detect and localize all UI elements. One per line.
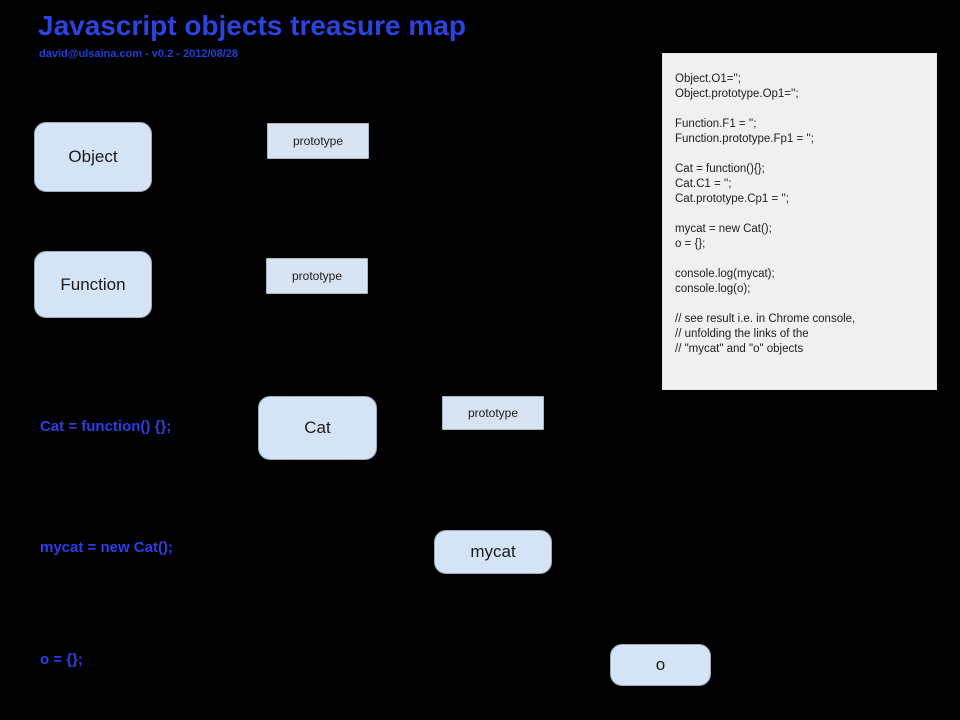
node-label: prototype: [291, 269, 343, 283]
node-cat[interactable]: Cat: [258, 396, 377, 460]
node-label: Cat: [304, 418, 331, 437]
node-label: prototype: [467, 406, 519, 420]
code-line: Cat = function(){};: [675, 163, 765, 175]
node-label: prototype: [292, 134, 344, 148]
code-line: Cat.prototype.Cp1 = '';: [675, 193, 790, 205]
caption-mycat-assignment: mycat = new Cat();: [40, 539, 173, 556]
node-object-prototype[interactable]: prototype: [267, 123, 369, 159]
code-line: Object.O1='';: [675, 73, 742, 85]
code-line: mycat = new Cat();: [675, 223, 772, 235]
code-line: o = {};: [675, 238, 706, 250]
node-label: mycat: [470, 542, 516, 561]
code-line: console.log(o);: [675, 283, 751, 295]
code-line: Function.F1 = '';: [675, 118, 757, 130]
caption-cat-assignment: Cat = function() {};: [40, 418, 172, 435]
page-subtitle: david@ulsaina.com - v0.2 - 2012/08/28: [39, 48, 239, 60]
node-function-prototype[interactable]: prototype: [266, 258, 368, 294]
code-line: console.log(mycat);: [675, 268, 775, 280]
node-mycat[interactable]: mycat: [434, 530, 552, 574]
node-cat-prototype[interactable]: prototype: [442, 396, 544, 430]
page-title: Javascript objects treasure map: [38, 10, 466, 41]
code-line: Object.prototype.Op1='';: [675, 88, 799, 100]
node-label: o: [655, 655, 666, 674]
code-snippet-panel: Object.O1=''; Object.prototype.Op1=''; F…: [662, 53, 937, 390]
node-function[interactable]: Function: [34, 251, 152, 318]
diagram-canvas: Javascript objects treasure map david@ul…: [0, 0, 960, 720]
code-line: // unfolding the links of the: [675, 328, 809, 340]
code-line: Cat.C1 = '';: [675, 178, 732, 190]
code-line: // see result i.e. in Chrome console,: [675, 313, 856, 325]
node-label: Function: [60, 274, 126, 294]
node-object[interactable]: Object: [34, 122, 152, 192]
node-o[interactable]: o: [610, 644, 711, 686]
caption-o-assignment: o = {};: [40, 651, 83, 668]
code-line: Function.prototype.Fp1 = '';: [675, 133, 814, 145]
node-label: Object: [68, 147, 118, 166]
code-line: // "mycat" and "o" objects: [675, 343, 804, 355]
